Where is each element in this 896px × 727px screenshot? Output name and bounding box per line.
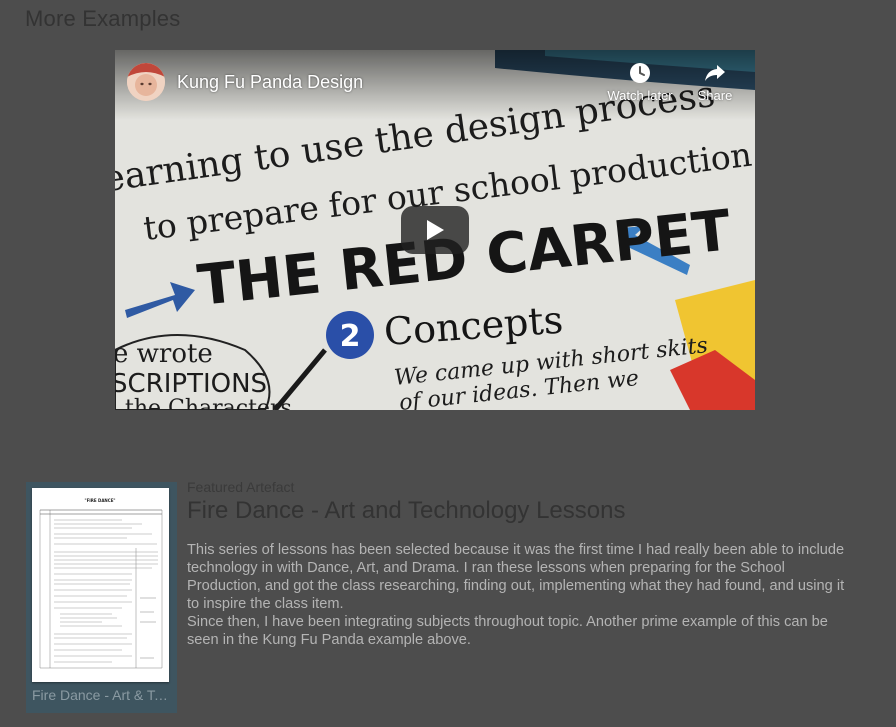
share-button[interactable]: Share	[675, 62, 755, 103]
video-title[interactable]: Kung Fu Panda Design	[177, 72, 363, 93]
watch-later-button[interactable]: Watch later	[600, 62, 680, 103]
featured-title[interactable]: Fire Dance - Art and Technology Lessons	[187, 497, 625, 525]
svg-text:"FIRE DANCE": "FIRE DANCE"	[84, 498, 115, 503]
svg-text:2: 2	[340, 319, 361, 354]
featured-description: This series of lessons has been selected…	[187, 541, 847, 649]
featured-paragraph-1: This series of lessons has been selected…	[187, 542, 845, 612]
channel-avatar[interactable]	[127, 63, 165, 101]
share-arrow-icon	[705, 65, 725, 81]
svg-text:e wrote: e wrote	[115, 339, 213, 369]
video-player[interactable]: 2 earning to use the design process to p…	[115, 50, 755, 410]
document-thumbnail: "FIRE DANCE"	[32, 488, 169, 682]
featured-paragraph-2: Since then, I have been integrating subj…	[187, 614, 828, 648]
watch-later-label: Watch later	[607, 88, 673, 103]
share-label: Share	[697, 88, 733, 103]
featured-kicker: Featured Artefact	[187, 479, 295, 495]
play-button[interactable]	[401, 206, 469, 254]
artefact-card[interactable]: "FIRE DANCE" Fire Dance - Art & Tec	[26, 482, 177, 713]
svg-text:the Characters: the Characters	[125, 396, 292, 410]
play-icon	[427, 220, 444, 240]
section-title: More Examples	[25, 6, 181, 31]
artefact-card-label[interactable]: Fire Dance - Art & Technology Lessons	[32, 687, 172, 703]
clock-icon	[630, 63, 650, 83]
svg-text:SCRIPTIONS: SCRIPTIONS	[115, 369, 267, 399]
